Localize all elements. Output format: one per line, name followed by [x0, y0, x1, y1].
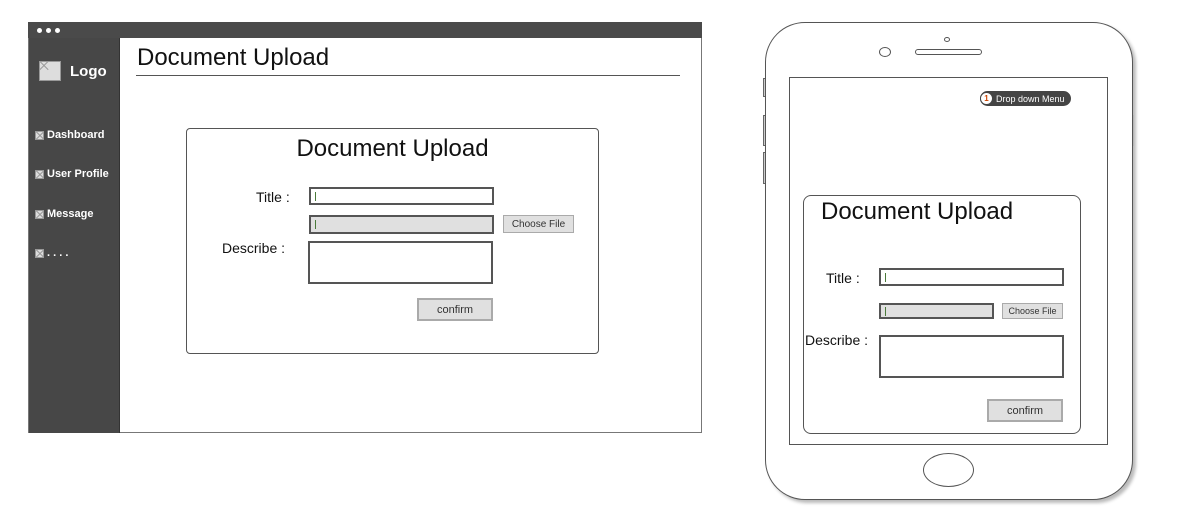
- image-icon: [35, 169, 44, 179]
- page-title: Document Upload: [137, 44, 330, 71]
- mobile-form-title: Document Upload: [821, 198, 1014, 225]
- title-input[interactable]: [309, 187, 494, 205]
- logo-text: Logo: [70, 62, 107, 80]
- sidebar-item-dashboard[interactable]: Dashboard: [35, 129, 104, 141]
- dropdown-menu[interactable]: 1 Drop down Menu: [980, 91, 1071, 106]
- window-dot-icon: [55, 28, 60, 33]
- phone-speaker-icon: [915, 49, 982, 55]
- sidebar-item-more[interactable]: . . . .: [35, 247, 68, 259]
- phone-camera-icon: [879, 47, 891, 57]
- describe-textarea[interactable]: [308, 241, 493, 284]
- image-icon: [35, 130, 44, 140]
- mobile-describe-label: Describe :: [805, 332, 869, 348]
- logo[interactable]: Logo: [39, 61, 107, 81]
- choose-file-button[interactable]: Choose File: [503, 215, 574, 233]
- sidebar-item-message[interactable]: Message: [35, 208, 93, 220]
- title-label: Title :: [256, 189, 290, 205]
- window-dot-icon: [46, 28, 51, 33]
- mobile-choose-file-button[interactable]: Choose File: [1002, 303, 1063, 319]
- sidebar-item-label: . . . .: [47, 247, 69, 259]
- form-title: Document Upload: [296, 135, 489, 162]
- mobile-confirm-button[interactable]: confirm: [987, 399, 1063, 422]
- file-path-input[interactable]: [309, 215, 494, 234]
- sidebar: [29, 38, 120, 433]
- describe-label: Describe :: [222, 240, 286, 256]
- phone-home-button[interactable]: [923, 453, 974, 487]
- window-title-bar: [28, 22, 702, 38]
- sidebar-item-label: Dashboard: [47, 129, 105, 141]
- title-divider: [136, 75, 680, 76]
- sidebar-item-user-profile[interactable]: User Profile: [35, 168, 109, 180]
- mobile-file-path-input[interactable]: [879, 303, 994, 319]
- mobile-title-label: Title :: [826, 270, 860, 286]
- image-icon: [35, 248, 44, 258]
- mobile-title-input[interactable]: [879, 268, 1064, 286]
- sidebar-item-label: User Profile: [47, 168, 109, 180]
- confirm-button[interactable]: confirm: [417, 298, 493, 321]
- dropdown-label: Drop down Menu: [996, 93, 1065, 104]
- dropdown-badge: 1: [980, 92, 993, 105]
- logo-image-icon: [39, 61, 61, 81]
- window-dot-icon: [37, 28, 42, 33]
- phone-sensor-icon: [944, 37, 950, 42]
- mobile-describe-textarea[interactable]: [879, 335, 1064, 378]
- image-icon: [35, 209, 44, 219]
- sidebar-item-label: Message: [47, 208, 94, 220]
